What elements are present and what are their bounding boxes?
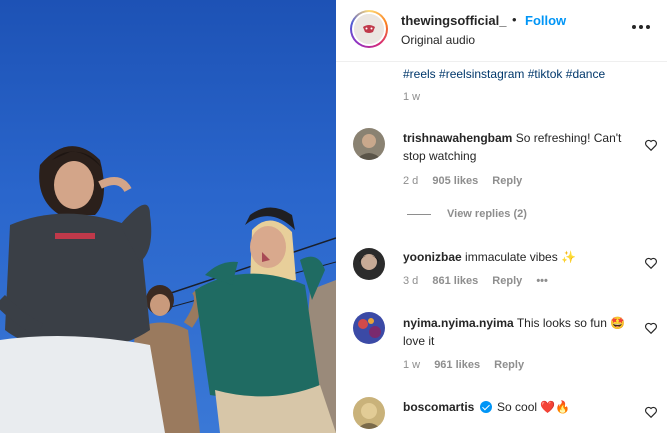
comment-username[interactable]: trishnawahengbam [403,131,512,145]
comment-likes[interactable]: 861 likes [432,275,478,287]
avatar-photo-icon [353,248,385,280]
like-heart-icon[interactable] [644,321,658,335]
comment-username[interactable]: yoonizbae [403,250,462,264]
view-replies-label: View replies (2) [447,208,527,220]
commenter-avatar[interactable] [353,312,385,344]
comment-meta: 2 d 905 likes Reply [403,175,533,187]
hashtag-link[interactable]: #reelsinstagram [439,67,524,81]
comment-username[interactable]: boscomartis [403,400,474,414]
more-options-icon[interactable] [632,21,652,33]
comment-meta: 1 w 961 likes Reply [403,359,535,371]
like-heart-icon[interactable] [644,405,658,419]
commenter-avatar[interactable] [353,397,385,429]
comment-likes[interactable]: 961 likes [434,359,480,371]
post-age: 1 w [403,91,421,103]
comment-text: yoonizbae immaculate vibes ✨ [403,248,633,266]
reply-button[interactable]: Reply [494,359,524,371]
comment-username[interactable]: nyima.nyima.nyima [403,316,514,330]
separator-dot: • [512,12,517,27]
comment-text: boscomartis So cool ❤️🔥 [403,398,633,416]
author-avatar[interactable] [350,10,388,48]
reel-video[interactable] [0,0,336,433]
commenter-avatar[interactable] [353,128,385,160]
comment-more-options[interactable]: ••• [536,275,548,287]
hashtag-link[interactable]: #dance [566,67,605,81]
hashtag-link[interactable]: #tiktok [528,67,563,81]
view-replies-button[interactable]: View replies (2) [407,208,527,220]
post-details-panel: thewingsofficial_ • Follow Original audi… [336,0,667,433]
avatar-photo-icon [353,397,385,429]
reply-button[interactable]: Reply [492,175,522,187]
comment-body: immaculate vibes ✨ [465,250,577,264]
comment-text: nyima.nyima.nyima This looks so fun 🤩 lo… [403,314,633,350]
reply-button[interactable]: Reply [492,275,522,287]
comment-likes[interactable]: 905 likes [432,175,478,187]
author-username[interactable]: thewingsofficial_ [401,13,506,28]
like-heart-icon[interactable] [644,256,658,270]
audio-link[interactable]: Original audio [401,33,475,47]
comment-age: 2 d [403,175,419,187]
comment-meta: 3 d 861 likes Reply ••• [403,275,559,287]
commenter-avatar[interactable] [353,248,385,280]
avatar-photo-icon [353,312,385,344]
comment-body: So cool ❤️🔥 [497,400,571,414]
comment-age: 3 d [403,275,419,287]
follow-button[interactable]: Follow [525,13,566,28]
hashtag-link[interactable]: #reels [403,67,436,81]
replies-divider [407,213,431,215]
caption-hashtags: #reels #reelsinstagram #tiktok #dance [403,67,605,81]
post-header: thewingsofficial_ • Follow Original audi… [336,0,667,62]
avatar-photo-icon [353,128,385,160]
verified-badge-icon [479,401,492,413]
comment-age: 1 w [403,359,421,371]
comment-text: trishnawahengbam So refreshing! Can't st… [403,129,633,165]
like-heart-icon[interactable] [644,138,658,152]
wings-logo-icon [354,14,384,44]
dance-video-frame [0,146,336,433]
